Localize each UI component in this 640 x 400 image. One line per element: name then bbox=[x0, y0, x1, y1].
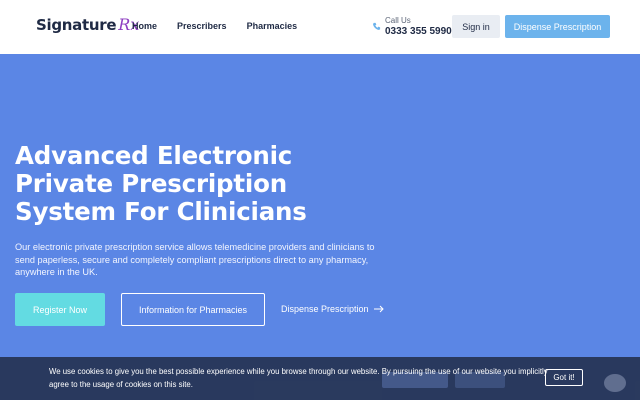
chat-widget-icon[interactable] bbox=[604, 374, 626, 392]
main-nav: Home Prescribers Pharmacies bbox=[132, 21, 317, 31]
phone-icon bbox=[373, 22, 381, 30]
hero-title-line: Advanced Electronic bbox=[15, 141, 293, 170]
cookie-accept-button[interactable]: Got it! bbox=[545, 369, 583, 386]
information-for-pharmacies-button[interactable]: Information for Pharmacies bbox=[121, 293, 265, 326]
arrow-right-icon bbox=[373, 305, 384, 313]
nav-item-pharmacies[interactable]: Pharmacies bbox=[247, 21, 298, 31]
hero-description: Our electronic private prescription serv… bbox=[15, 242, 375, 277]
logo-text: Signature bbox=[36, 16, 117, 34]
dispense-link-label: Dispense Prescription bbox=[281, 304, 369, 314]
hero-title-line: System For Clinicians bbox=[15, 197, 307, 226]
hero-title-line: Private Prescription bbox=[15, 169, 287, 198]
dispense-prescription-button[interactable]: Dispense Prescription bbox=[505, 15, 610, 38]
nav-item-home[interactable]: Home bbox=[132, 21, 157, 31]
dispense-prescription-link[interactable]: Dispense Prescription bbox=[281, 304, 384, 314]
hero-title: Advanced Electronic Private Prescription… bbox=[15, 142, 345, 226]
cookie-text: We use cookies to give you the best poss… bbox=[49, 367, 548, 389]
call-number[interactable]: 0333 355 5990 bbox=[385, 26, 452, 38]
logo[interactable]: Signature Rx bbox=[36, 15, 139, 37]
site-header: Signature Rx Home Prescribers Pharmacies… bbox=[0, 0, 640, 54]
signin-button[interactable]: Sign in bbox=[452, 15, 500, 38]
nav-item-prescribers[interactable]: Prescribers bbox=[177, 21, 227, 31]
call-us[interactable]: Call Us 0333 355 5990 bbox=[372, 16, 452, 38]
register-now-button[interactable]: Register Now bbox=[15, 293, 105, 326]
call-label: Call Us bbox=[385, 16, 411, 25]
